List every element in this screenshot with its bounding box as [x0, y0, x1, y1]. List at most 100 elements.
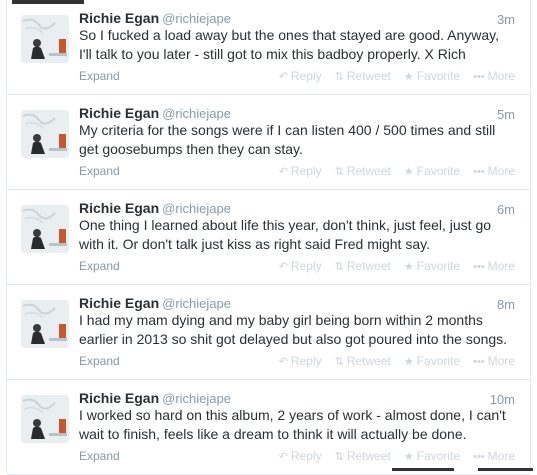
- favorite-button[interactable]: ★ Favorite: [404, 259, 460, 273]
- more-button[interactable]: ••• More: [473, 259, 515, 273]
- favorite-button[interactable]: ★ Favorite: [404, 69, 460, 83]
- tweet-author-name[interactable]: Richie Egan: [79, 295, 159, 311]
- tweet-actions: ↶ Reply ⇅ Retweet ★ Favorite ••• More: [266, 354, 515, 368]
- tweet-author-name[interactable]: Richie Egan: [79, 10, 159, 26]
- favorite-button[interactable]: ★ Favorite: [404, 354, 460, 368]
- tweet-timestamp[interactable]: 6m: [497, 202, 515, 217]
- tweet-text-line: So I fucked a load away but the ones tha…: [79, 27, 500, 43]
- tweet-actions: ↶ Reply ⇅ Retweet ★ Favorite ••• More: [266, 69, 515, 83]
- tweet-text-line: get goosebumps then they can stay.: [79, 141, 303, 157]
- avatar[interactable]: [21, 205, 69, 253]
- reply-icon: ↶: [278, 356, 288, 368]
- expand-link[interactable]: Expand: [79, 449, 120, 463]
- tweet-actions: ↶ Reply ⇅ Retweet ★ Favorite ••• More: [266, 164, 515, 178]
- more-dots-icon: •••: [473, 356, 485, 368]
- tweet[interactable]: Richie Egan @richiejape 10m I worked so har…: [7, 380, 530, 475]
- tweet-footer: Expand ↶ Reply ⇅ Retweet ★ Favorite ••• More: [79, 164, 515, 180]
- star-icon: ★: [403, 71, 414, 83]
- expand-link[interactable]: Expand: [79, 69, 120, 83]
- more-label: More: [487, 259, 515, 273]
- tweet-timeline: Richie Egan @richiejape 3m So I fucked a lo…: [6, 0, 531, 475]
- more-button[interactable]: ••• More: [473, 449, 515, 463]
- expand-link[interactable]: Expand: [79, 354, 120, 368]
- retweet-label: Retweet: [346, 449, 391, 463]
- reply-icon: ↶: [278, 261, 288, 273]
- retweet-icon: ⇅: [334, 451, 344, 463]
- avatar[interactable]: [21, 15, 69, 63]
- tweet-text-line: wait to finish, feels like a dream to th…: [79, 426, 467, 442]
- tweet-author-name[interactable]: Richie Egan: [79, 390, 159, 406]
- tweet-timestamp[interactable]: 3m: [497, 12, 515, 27]
- reply-icon: ↶: [278, 451, 288, 463]
- more-dots-icon: •••: [473, 166, 485, 178]
- more-dots-icon: •••: [473, 451, 485, 463]
- favorite-label: Favorite: [416, 354, 461, 368]
- reply-button[interactable]: ↶ Reply: [279, 259, 322, 273]
- tweet[interactable]: Richie Egan @richiejape 5m My criteria for …: [7, 95, 530, 190]
- star-icon: ★: [403, 261, 414, 273]
- favorite-label: Favorite: [416, 164, 461, 178]
- tweet-author-name[interactable]: Richie Egan: [79, 200, 159, 216]
- retweet-icon: ⇅: [334, 166, 344, 178]
- reply-button[interactable]: ↶ Reply: [279, 449, 322, 463]
- retweet-button[interactable]: ⇅ Retweet: [335, 449, 391, 463]
- tweet-text-line: with it. Or don't talk just kiss as righ…: [79, 236, 430, 252]
- reply-button[interactable]: ↶ Reply: [279, 354, 322, 368]
- tweet-text: One thing I learned about life this year…: [79, 216, 519, 254]
- retweet-button[interactable]: ⇅ Retweet: [335, 354, 391, 368]
- star-icon: ★: [403, 451, 414, 463]
- retweet-icon: ⇅: [334, 71, 344, 83]
- tweet[interactable]: Richie Egan @richiejape 8m I had my mam dyi…: [7, 285, 530, 380]
- retweet-button[interactable]: ⇅ Retweet: [335, 259, 391, 273]
- tweet-timestamp[interactable]: 10m: [490, 392, 515, 407]
- tweet-author-handle[interactable]: @richiejape: [162, 201, 231, 216]
- tweet-footer: Expand ↶ Reply ⇅ Retweet ★ Favorite ••• More: [79, 449, 515, 465]
- reply-button[interactable]: ↶ Reply: [279, 69, 322, 83]
- tweet-author-name[interactable]: Richie Egan: [79, 105, 159, 121]
- favorite-button[interactable]: ★ Favorite: [404, 449, 460, 463]
- retweet-button[interactable]: ⇅ Retweet: [335, 164, 391, 178]
- reply-label: Reply: [290, 164, 322, 178]
- reply-icon: ↶: [278, 166, 288, 178]
- more-label: More: [487, 354, 515, 368]
- tweet-timestamp[interactable]: 8m: [497, 297, 515, 312]
- retweet-label: Retweet: [346, 69, 391, 83]
- tweet-text-line: I worked so hard on this album, 2 years …: [79, 407, 506, 423]
- tweet-actions: ↶ Reply ⇅ Retweet ★ Favorite ••• More: [266, 449, 515, 463]
- avatar[interactable]: [21, 300, 69, 348]
- favorite-button[interactable]: ★ Favorite: [404, 164, 460, 178]
- retweet-label: Retweet: [346, 164, 391, 178]
- tweet-actions: ↶ Reply ⇅ Retweet ★ Favorite ••• More: [266, 259, 515, 273]
- retweet-button[interactable]: ⇅ Retweet: [335, 69, 391, 83]
- tweet-timestamp[interactable]: 5m: [497, 107, 515, 122]
- tweet-text-line: earlier in 2013 so shit got delayed but …: [79, 331, 508, 347]
- tweet-author-handle[interactable]: @richiejape: [162, 106, 231, 121]
- avatar[interactable]: [21, 110, 69, 158]
- more-dots-icon: •••: [473, 261, 485, 273]
- more-button[interactable]: ••• More: [473, 69, 515, 83]
- more-label: More: [487, 449, 515, 463]
- tweet-author-handle[interactable]: @richiejape: [162, 391, 231, 406]
- more-button[interactable]: ••• More: [473, 354, 515, 368]
- tweet-text: I had my mam dying and my baby girl bein…: [79, 311, 519, 349]
- tweet-author-handle[interactable]: @richiejape: [162, 11, 231, 26]
- tweet[interactable]: Richie Egan @richiejape 3m So I fucked a lo…: [7, 0, 530, 95]
- tweet-footer: Expand ↶ Reply ⇅ Retweet ★ Favorite ••• More: [79, 259, 515, 275]
- expand-link[interactable]: Expand: [79, 259, 120, 273]
- reply-label: Reply: [290, 449, 322, 463]
- tweet-text-line: One thing I learned about life this year…: [79, 217, 492, 233]
- expand-link[interactable]: Expand: [79, 164, 120, 178]
- more-button[interactable]: ••• More: [473, 164, 515, 178]
- retweet-icon: ⇅: [334, 356, 344, 368]
- star-icon: ★: [403, 356, 414, 368]
- tweet-author-handle[interactable]: @richiejape: [162, 296, 231, 311]
- favorite-label: Favorite: [416, 69, 461, 83]
- more-label: More: [487, 69, 515, 83]
- star-icon: ★: [403, 166, 414, 178]
- tweet-text-line: My criteria for the songs were if I can …: [79, 122, 496, 138]
- reply-label: Reply: [290, 69, 322, 83]
- avatar[interactable]: [21, 395, 69, 443]
- reply-label: Reply: [290, 354, 322, 368]
- reply-button[interactable]: ↶ Reply: [279, 164, 322, 178]
- tweet[interactable]: Richie Egan @richiejape 6m One thing I lear…: [7, 190, 530, 285]
